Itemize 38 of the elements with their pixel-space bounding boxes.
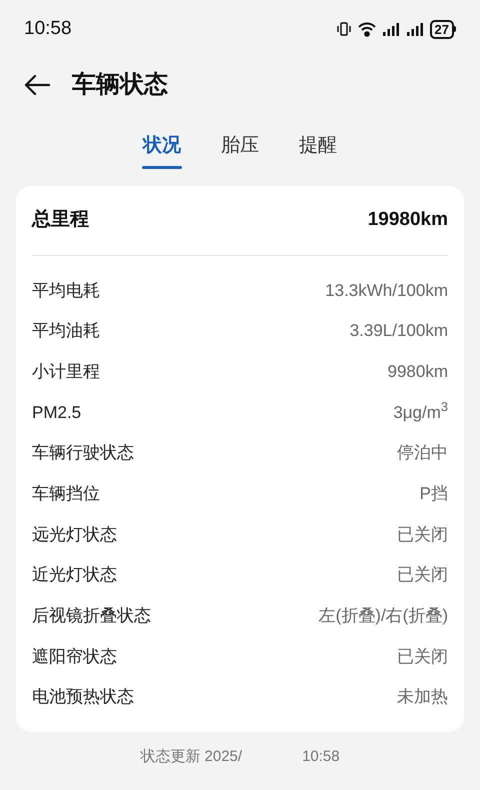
row-value: 已关闭 (397, 646, 448, 668)
row-label: 电池预热状态 (32, 686, 134, 708)
row-value: 未加热 (397, 686, 448, 708)
total-mileage-value: 19980km (368, 208, 448, 232)
signal-icon (382, 22, 400, 36)
battery-level: 27 (430, 20, 454, 38)
back-arrow-icon (24, 74, 50, 96)
update-time-text: 10:58 (302, 746, 340, 767)
page-title: 车辆状态 (72, 70, 168, 100)
update-time-text: 状态更新 2025/ (140, 746, 242, 767)
row-label: 近光灯状态 (32, 564, 117, 586)
signal-icon (406, 22, 424, 36)
row-value: 停泊中 (397, 442, 448, 464)
total-mileage-label: 总里程 (32, 208, 89, 232)
status-time: 10:58 (24, 16, 72, 41)
row-value: 已关闭 (397, 524, 448, 546)
row-label: 遮阳帘状态 (32, 646, 117, 668)
row-label: 小计里程 (32, 360, 100, 383)
row-value: 13.3kWh/100km (325, 280, 448, 302)
row-label: 平均油耗 (32, 320, 100, 342)
row-value: 3.39L/100km (350, 320, 448, 342)
row-label: 车辆行驶状态 (32, 442, 134, 464)
row-label: 平均电耗 (32, 280, 100, 302)
row-value: 已关闭 (397, 564, 448, 586)
row-value: 9980km (388, 360, 448, 383)
tab[interactable]: 状况 (142, 132, 182, 168)
row-label: 车辆挡位 (32, 483, 100, 506)
tab[interactable]: 提醒 (298, 132, 338, 168)
row-label: 后视镜折叠状态 (32, 605, 151, 628)
row-value: P挡 (420, 483, 448, 506)
row-label: 远光灯状态 (32, 524, 117, 546)
row-value: 3μg/m$^{3}$ (393, 400, 448, 424)
row-value: 左(折叠)/右(折叠) (318, 605, 448, 628)
vibrate-icon (336, 21, 352, 37)
tab[interactable]: 胎压 (220, 132, 260, 168)
row-label: PM2.5 (32, 402, 82, 424)
back-button[interactable] (24, 74, 50, 96)
wifi-icon (358, 21, 376, 37)
